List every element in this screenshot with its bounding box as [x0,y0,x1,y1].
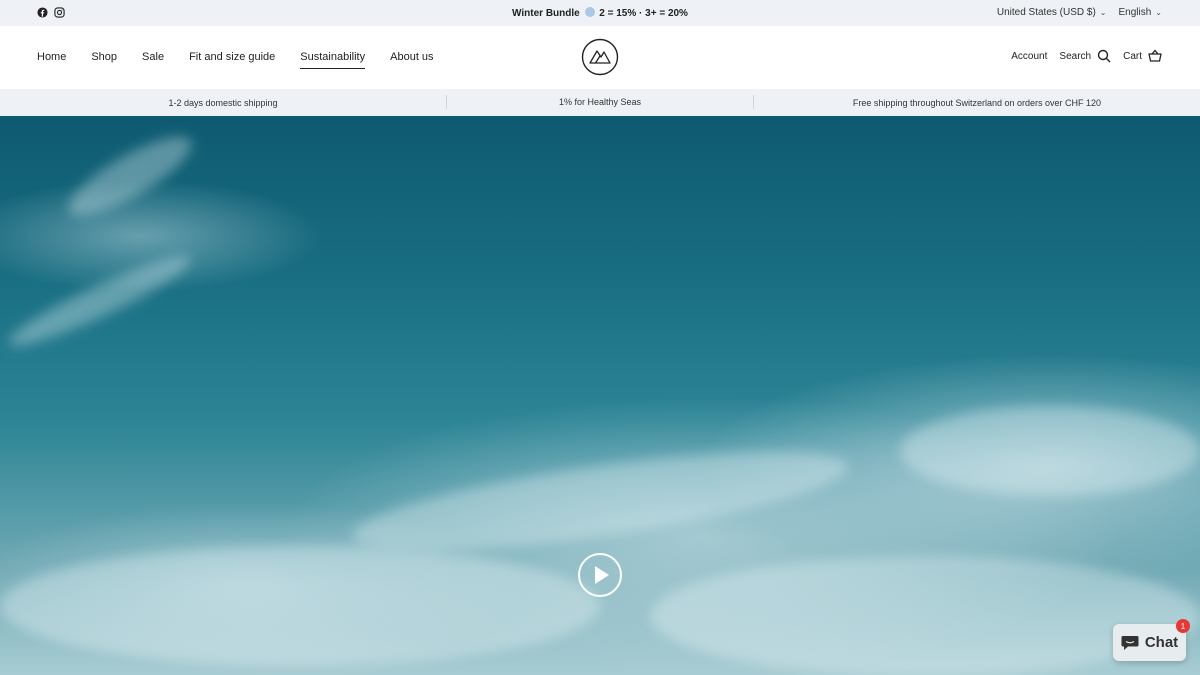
account-link[interactable]: Account [1011,51,1047,62]
cart-button[interactable]: Cart [1123,49,1162,63]
chat-icon [1121,635,1139,650]
nav-sustainability[interactable]: Sustainability [300,51,365,69]
wave-foam [59,123,201,229]
nav-shop[interactable]: Shop [91,51,117,63]
nav-sale[interactable]: Sale [142,51,164,63]
wave-foam [900,406,1200,496]
strip-healthy-seas: 1% for Healthy Seas [446,95,754,109]
chevron-down-icon: ⌄ [1155,8,1162,17]
announcement-bar: Winter Bundle 2 = 15% · 3+ = 20% United … [0,0,1200,26]
nav-home[interactable]: Home [37,51,66,63]
snowflake-icon [584,7,595,17]
logo-icon[interactable] [581,38,619,76]
promo-prefix: Winter Bundle [512,8,580,19]
language-selector[interactable]: English ⌄ [1118,7,1162,18]
cart-label: Cart [1123,50,1142,62]
nav-about-us[interactable]: About us [390,51,433,63]
search-button[interactable]: Search [1059,49,1111,63]
chat-label: Chat [1144,634,1179,651]
hero-video[interactable] [0,116,1200,675]
country-label: United States (USD $) [996,7,1096,18]
account-label: Account [1011,50,1048,62]
nav-fit-size-guide[interactable]: Fit and size guide [189,51,275,63]
play-icon [595,566,609,584]
play-button[interactable] [578,553,622,597]
locale-selectors: United States (USD $) ⌄ English ⌄ [997,7,1162,18]
header-actions: Account Search Cart [999,49,1162,63]
country-selector[interactable]: United States (USD $) ⌄ [997,7,1107,18]
chat-button[interactable]: Chat [1113,624,1186,661]
info-strip: 1-2 days domestic shipping 1% for Health… [0,89,1200,116]
wave-foam [3,245,197,357]
main-nav: Home Shop Sale Fit and size guide Sustai… [37,51,459,69]
search-icon [1097,49,1111,63]
search-label: Search [1059,50,1092,62]
chat-notification-badge: 1 [1176,619,1190,633]
strip-shipping: 1-2 days domestic shipping [168,97,278,108]
wave-foam [0,546,600,666]
wave-foam [347,431,853,571]
cart-icon [1148,49,1162,62]
promo-offer: 2 = 15% · 3+ = 20% [599,8,688,19]
language-label: English [1118,7,1152,18]
chevron-down-icon: ⌄ [1099,8,1107,17]
site-header: Home Shop Sale Fit and size guide Sustai… [0,26,1200,89]
strip-free-shipping: Free shipping throughout Switzerland on … [852,97,1102,108]
